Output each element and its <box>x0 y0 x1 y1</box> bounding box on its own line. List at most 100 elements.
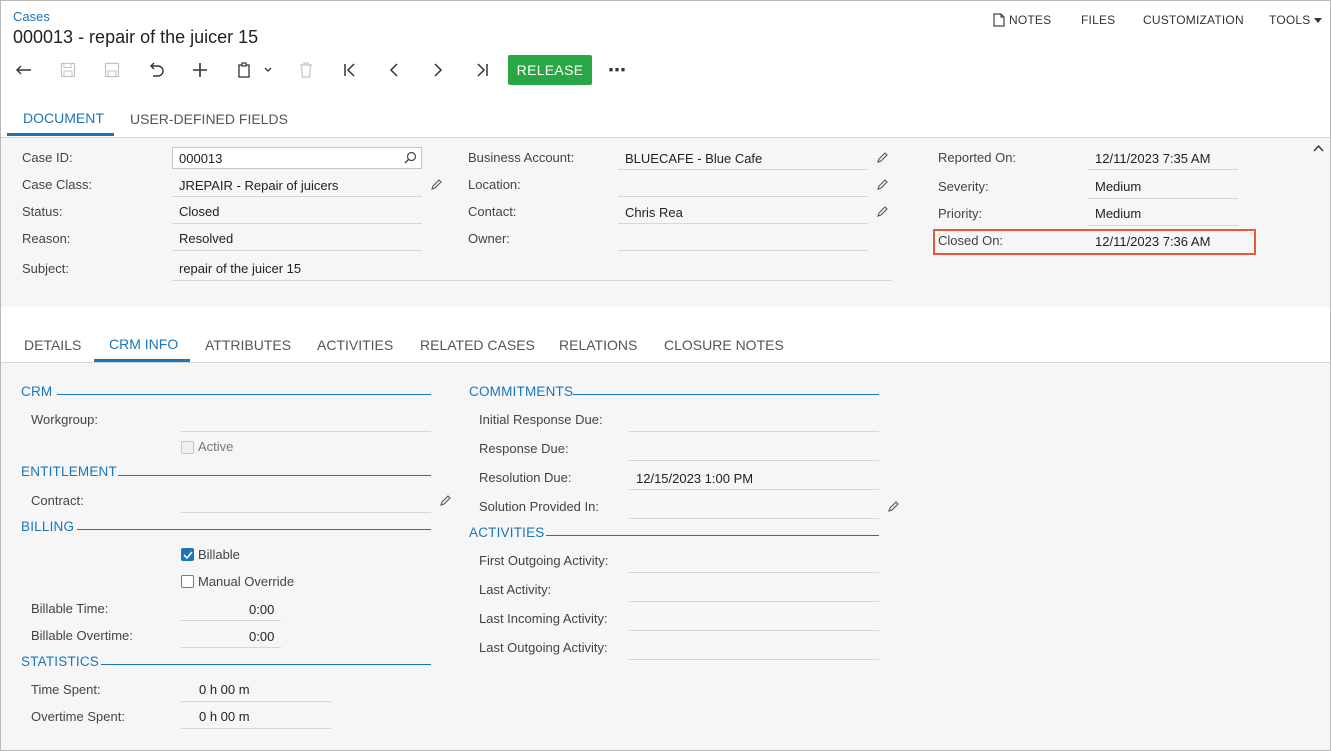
billable-time-underline <box>181 620 281 621</box>
reported-on-value: 12/11/2023 7:35 AM <box>1095 151 1211 166</box>
more-actions-icon[interactable]: ⋯ <box>604 58 630 82</box>
statistics-section-line <box>101 664 431 665</box>
case-class-underline <box>172 196 422 197</box>
owner-underline <box>618 250 868 251</box>
contract-underline <box>181 512 431 513</box>
overtime-spent-underline <box>181 728 331 729</box>
pencil-icon[interactable] <box>876 178 889 191</box>
severity-value[interactable]: Medium <box>1095 179 1141 194</box>
contact-value[interactable]: Chris Rea <box>625 205 683 220</box>
severity-underline <box>1088 198 1238 199</box>
time-spent-underline <box>181 701 331 702</box>
save-icon[interactable] <box>99 58 125 82</box>
tab-related-cases[interactable]: RELATED CASES <box>420 337 535 353</box>
last-activity-underline <box>629 601 879 602</box>
back-icon[interactable] <box>11 58 37 82</box>
tab-document[interactable]: DOCUMENT <box>23 110 104 126</box>
entitlement-section-title: ENTITLEMENT <box>21 464 117 479</box>
add-icon[interactable] <box>187 58 213 82</box>
case-class-value[interactable]: JREPAIR - Repair of juicers <box>179 178 338 193</box>
activities-section-line <box>546 535 879 536</box>
priority-underline <box>1088 225 1238 226</box>
contract-label: Contract: <box>31 493 84 508</box>
customization-label: CUSTOMIZATION <box>1143 13 1244 27</box>
caret-down-icon <box>1314 17 1323 23</box>
customization-button[interactable]: CUSTOMIZATION <box>1143 13 1244 27</box>
pencil-icon[interactable] <box>876 205 889 218</box>
pencil-icon[interactable] <box>887 500 900 513</box>
files-button[interactable]: FILES <box>1081 13 1115 27</box>
response-due-label: Response Due: <box>479 441 569 456</box>
save-close-icon[interactable] <box>55 58 81 82</box>
initial-response-underline <box>629 431 879 432</box>
billable-checkbox[interactable] <box>181 548 194 561</box>
notes-button[interactable]: NOTES <box>993 13 1051 27</box>
subject-label: Subject: <box>22 261 69 276</box>
crm-section-line <box>57 394 431 395</box>
collapse-chevron-icon[interactable] <box>1313 144 1324 152</box>
activities-section-title: ACTIVITIES <box>469 525 545 540</box>
billable-time-value[interactable]: 0:00 <box>249 602 274 617</box>
workgroup-underline <box>181 431 431 432</box>
resolution-due-label: Resolution Due: <box>479 470 572 485</box>
entitlement-section-line <box>118 475 431 476</box>
solution-provided-underline <box>629 518 879 519</box>
copy-paste-icon[interactable] <box>232 58 276 82</box>
delete-icon[interactable] <box>293 58 319 82</box>
status-underline <box>172 223 422 224</box>
billable-time-label: Billable Time: <box>31 601 109 616</box>
resolution-due-value: 12/15/2023 1:00 PM <box>636 471 754 486</box>
tab-details[interactable]: DETAILS <box>24 337 81 353</box>
tab-attributes[interactable]: ATTRIBUTES <box>205 337 291 353</box>
tools-menu[interactable]: TOOLS <box>1269 13 1323 27</box>
undo-icon[interactable] <box>143 58 169 82</box>
owner-label: Owner: <box>468 231 510 246</box>
active-checkbox[interactable] <box>181 441 194 454</box>
subject-value[interactable]: repair of the juicer 15 <box>179 261 301 276</box>
tab-document-underline <box>7 133 114 136</box>
tab-activities[interactable]: ACTIVITIES <box>317 337 393 353</box>
reported-on-underline <box>1088 169 1238 170</box>
billable-overtime-label: Billable Overtime: <box>31 628 133 643</box>
reason-value[interactable]: Resolved <box>179 231 233 246</box>
pencil-icon[interactable] <box>439 494 452 507</box>
tab-crm-info[interactable]: CRM INFO <box>109 336 178 352</box>
pencil-icon[interactable] <box>876 151 889 164</box>
search-icon[interactable] <box>404 151 417 164</box>
billable-overtime-value[interactable]: 0:00 <box>249 629 274 644</box>
priority-value[interactable]: Medium <box>1095 206 1141 221</box>
last-outgoing-underline <box>629 659 879 660</box>
manual-override-checkbox[interactable] <box>181 575 194 588</box>
statistics-section-title: STATISTICS <box>21 654 100 669</box>
last-outgoing-label: Last Outgoing Activity: <box>479 640 608 655</box>
workgroup-label: Workgroup: <box>31 412 98 427</box>
tab-closure-notes[interactable]: CLOSURE NOTES <box>664 337 784 353</box>
contact-label: Contact: <box>468 204 517 219</box>
tab-user-defined-fields[interactable]: USER-DEFINED FIELDS <box>130 111 288 127</box>
case-class-label: Case Class: <box>22 177 93 192</box>
case-id-label: Case ID: <box>22 150 73 165</box>
previous-record-icon[interactable] <box>381 58 407 82</box>
billable-overtime-underline <box>181 647 281 648</box>
tab-relations[interactable]: RELATIONS <box>559 337 637 353</box>
case-id-value: 000013 <box>179 151 223 166</box>
billing-section-title: BILLING <box>21 519 75 534</box>
page-title: 000013 - repair of the juicer 15 <box>13 27 259 47</box>
last-incoming-underline <box>629 630 879 631</box>
last-record-icon[interactable] <box>469 58 495 82</box>
next-record-icon[interactable] <box>425 58 451 82</box>
files-label: FILES <box>1081 13 1116 27</box>
breadcrumb[interactable]: Cases <box>13 9 50 24</box>
pencil-icon[interactable] <box>430 178 443 191</box>
overtime-spent-label: Overtime Spent: <box>31 709 125 724</box>
response-due-underline <box>629 460 879 461</box>
business-account-value[interactable]: BLUECAFE - Blue Cafe <box>625 151 762 166</box>
severity-label: Severity: <box>938 179 989 194</box>
release-button[interactable]: RELEASE <box>508 55 592 85</box>
status-label: Status: <box>22 204 63 219</box>
solution-provided-label: Solution Provided In: <box>479 499 599 514</box>
commitments-section-line <box>573 394 879 395</box>
first-record-icon[interactable] <box>337 58 363 82</box>
closed-on-highlight <box>933 229 1256 255</box>
reason-label: Reason: <box>22 231 71 246</box>
